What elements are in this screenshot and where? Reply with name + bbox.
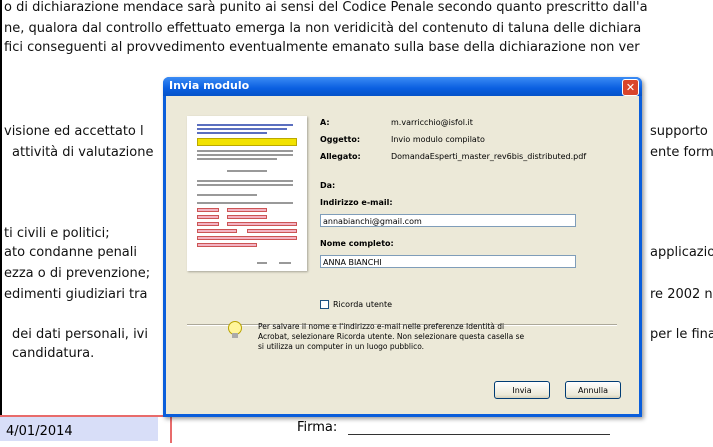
dialog-title: Invia modulo: [169, 79, 250, 92]
doc-line: dei dati personali, ivi: [12, 327, 148, 342]
firma-line[interactable]: [348, 434, 610, 435]
info-text: Per salvare il nome e l'indirizzo e-mail…: [258, 322, 525, 351]
thumb-line: [197, 184, 293, 186]
doc-line: ti civili e politici;: [4, 226, 110, 241]
doc-fragment: re 2002 n.: [650, 287, 713, 302]
remember-user-checkbox[interactable]: [320, 300, 329, 309]
doc-line: edimenti giudiziari tra: [4, 287, 148, 302]
attachment-label: Allegato:: [320, 152, 361, 161]
subject-value: Invio modulo compilato: [391, 135, 485, 144]
doc-line: o di dichiarazione mendace sarà punito a…: [4, 0, 648, 15]
thumb-line: [197, 154, 293, 156]
dialog-titlebar[interactable]: Invia modulo ✕: [163, 77, 642, 96]
name-label: Nome completo:: [320, 239, 394, 248]
thumb-line: [257, 262, 267, 264]
doc-fragment: supporto: [650, 124, 708, 139]
doc-line: ezza o di prevenzione;: [4, 266, 151, 281]
thumb-line: [279, 262, 291, 264]
send-button[interactable]: Invia: [494, 381, 550, 399]
thumb-field: [197, 222, 219, 226]
dialog-body: A: m.varricchio@isfol.it Oggetto: Invio …: [166, 96, 639, 414]
thumb-line: [197, 132, 267, 134]
attachment-value: DomandaEsperti_master_rev6bis_distribute…: [391, 152, 587, 161]
thumb-field: [227, 215, 267, 219]
email-field[interactable]: annabianchi@gmail.com: [320, 214, 576, 227]
thumb-field: [227, 222, 297, 226]
thumb-line: [227, 170, 267, 172]
thumb-line: [197, 180, 293, 182]
thumb-highlight: [197, 138, 297, 146]
doc-line: attività di valutazione: [12, 145, 154, 160]
thumb-field: [197, 243, 257, 247]
doc-line: candidatura.: [12, 346, 95, 361]
doc-line: visione ed accettato l: [4, 124, 144, 139]
subject-label: Oggetto:: [320, 135, 361, 144]
email-label: Indirizzo e-mail:: [320, 198, 393, 207]
doc-line: ne, qualora dal controllo effettuato eme…: [4, 21, 642, 36]
to-value: m.varricchio@isfol.it: [391, 118, 473, 127]
thumb-line: [197, 194, 257, 196]
thumb-field: [197, 236, 297, 240]
send-form-dialog: Invia modulo ✕ A: m.varricchio@isfol.it …: [163, 77, 642, 417]
doc-fragment: per le final: [650, 327, 713, 342]
thumb-line: [197, 150, 293, 152]
thumb-field: [197, 215, 219, 219]
doc-fragment: applicazio: [650, 245, 713, 260]
thumb-line: [197, 124, 293, 126]
lightbulb-icon-base: [232, 333, 238, 338]
doc-fragment: ente formu: [650, 145, 713, 160]
from-label: Da:: [320, 181, 336, 190]
thumb-field: [247, 229, 297, 233]
document-left-edge: [0, 0, 2, 441]
doc-line: ato condanne penali: [4, 245, 137, 260]
thumb-field: [227, 208, 267, 212]
remember-user-label[interactable]: Ricorda utente: [333, 300, 392, 309]
thumb-line: [197, 202, 293, 204]
thumb-line: [197, 158, 277, 160]
cancel-button[interactable]: Annulla: [565, 381, 621, 399]
name-field[interactable]: ANNA BIANCHI: [320, 255, 576, 268]
thumb-line: [197, 128, 287, 130]
form-thumbnail: [187, 116, 307, 271]
close-icon[interactable]: ✕: [622, 79, 639, 96]
thumb-field: [197, 229, 237, 233]
doc-line: fici conseguenti al provvedimento eventu…: [4, 40, 640, 55]
firma-label: Firma:: [297, 420, 338, 435]
date-field[interactable]: 4/01/2014: [0, 417, 158, 441]
to-label: A:: [320, 118, 330, 127]
thumb-field: [197, 208, 219, 212]
